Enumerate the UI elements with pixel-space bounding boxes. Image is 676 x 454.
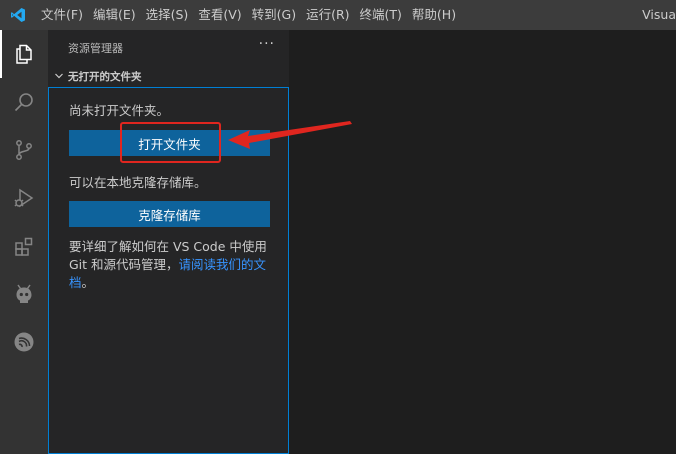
menu-view[interactable]: 查看(V) bbox=[193, 0, 246, 30]
git-docs-paragraph: 要详细了解如何在 VS Code 中使用 Git 和源代码管理，请阅读我们的文档… bbox=[69, 238, 274, 292]
menu-bar: 文件(F) 编辑(E) 选择(S) 查看(V) 转到(G) 运行(R) 终端(T… bbox=[36, 0, 461, 30]
platformio-icon[interactable] bbox=[0, 270, 48, 318]
explorer-sidebar: 资源管理器 ··· 无打开的文件夹 尚未打开文件夹。 打开文件夹 可以在本地克隆… bbox=[48, 30, 289, 454]
clone-text: 可以在本地克隆存储库。 bbox=[69, 175, 207, 190]
chevron-down-icon bbox=[50, 71, 68, 81]
annotation-arrow-icon bbox=[228, 121, 352, 149]
vscode-logo-icon[interactable] bbox=[0, 0, 36, 30]
window-title: Visua bbox=[642, 7, 676, 22]
more-actions-icon[interactable]: ··· bbox=[259, 36, 275, 52]
sidebar-header: 资源管理器 ··· bbox=[48, 30, 289, 65]
title-bar: 文件(F) 编辑(E) 选择(S) 查看(V) 转到(G) 运行(R) 终端(T… bbox=[0, 0, 676, 30]
menu-run[interactable]: 运行(R) bbox=[301, 0, 354, 30]
explorer-icon[interactable] bbox=[0, 30, 48, 78]
menu-terminal[interactable]: 终端(T) bbox=[355, 0, 407, 30]
menu-go[interactable]: 转到(G) bbox=[247, 0, 301, 30]
extensions-icon[interactable] bbox=[0, 222, 48, 270]
menu-help[interactable]: 帮助(H) bbox=[407, 0, 461, 30]
section-title: 无打开的文件夹 bbox=[68, 70, 142, 83]
source-control-icon[interactable] bbox=[0, 126, 48, 174]
menu-edit[interactable]: 编辑(E) bbox=[88, 0, 141, 30]
menu-selection[interactable]: 选择(S) bbox=[141, 0, 194, 30]
search-icon[interactable] bbox=[0, 78, 48, 126]
git-docs-end: 。 bbox=[81, 275, 95, 290]
no-folder-text: 尚未打开文件夹。 bbox=[69, 103, 170, 118]
run-debug-icon[interactable] bbox=[0, 174, 48, 222]
menu-file[interactable]: 文件(F) bbox=[36, 0, 88, 30]
esp-idf-icon[interactable] bbox=[0, 318, 48, 366]
sidebar-title: 资源管理器 bbox=[68, 42, 123, 55]
section-header-no-folder[interactable]: 无打开的文件夹 bbox=[48, 65, 289, 87]
activity-bar bbox=[0, 30, 48, 454]
editor-area bbox=[289, 30, 676, 454]
clone-repository-button[interactable]: 克隆存储库 bbox=[69, 201, 270, 227]
